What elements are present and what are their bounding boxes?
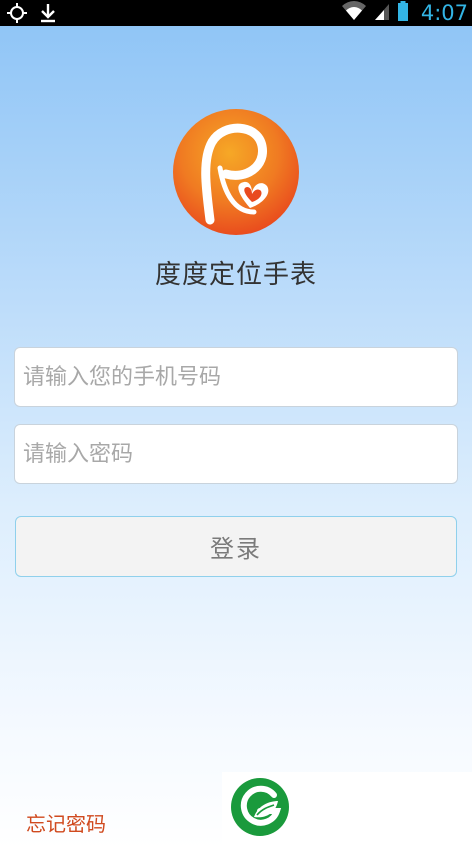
battery-icon — [397, 0, 409, 26]
brand-badge-area — [222, 772, 472, 848]
leaf-logo-icon — [230, 777, 290, 837]
gps-icon — [6, 2, 28, 28]
phone-input[interactable] — [14, 347, 458, 407]
login-button[interactable]: 登录 — [15, 516, 457, 577]
status-bar-left — [6, 2, 58, 28]
status-bar: 4:07 — [0, 0, 472, 26]
status-bar-right: 4:07 — [341, 0, 468, 26]
app-logo — [172, 108, 300, 236]
forgot-password-link[interactable]: 忘记密码 — [26, 808, 106, 837]
wifi-icon — [341, 0, 367, 26]
download-icon — [38, 2, 58, 28]
status-time: 4:07 — [420, 1, 468, 25]
password-input[interactable] — [14, 424, 458, 484]
signal-icon — [373, 0, 391, 26]
app-title: 度度定位手表 — [154, 260, 317, 290]
